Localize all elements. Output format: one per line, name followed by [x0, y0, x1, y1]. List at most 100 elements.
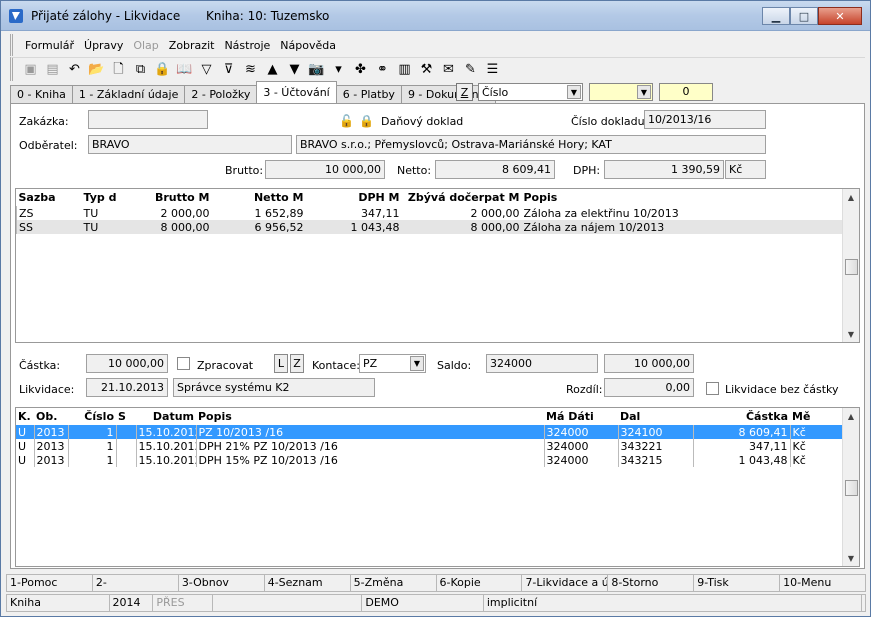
stack-icon[interactable]: ≋ [241, 61, 260, 79]
search-input[interactable]: ▼ [589, 83, 653, 101]
column-header[interactable]: Typ d [82, 189, 124, 206]
column-header[interactable]: Mě [790, 408, 842, 425]
table-row[interactable]: U 2013 1 15.10.2013 DPH 21% PZ 10/2013 /16 32… [16, 439, 842, 453]
function-key-button[interactable]: 2- [92, 574, 179, 592]
table-row[interactable]: U 2013 1 15.10.2013 DPH 15% PZ 10/2013 /16 32… [16, 453, 842, 467]
table-row[interactable]: SS TU 8 000,00 6 956,52 1 043,48 8 000,00 Zálo… [16, 220, 843, 234]
title-bar[interactable]: Přijaté zálohy - Likvidace Kniha: 10: Tu… [1, 1, 870, 31]
rozdil-field[interactable]: 0,00 [604, 378, 694, 397]
notes-icon[interactable]: ✎ [461, 61, 480, 79]
chevron-down-icon[interactable]: ▼ [567, 85, 581, 99]
column-header[interactable]: Má Dáti [544, 408, 618, 425]
tab-item[interactable]: 3 - Účtování [256, 81, 337, 103]
open-folder-icon[interactable]: 📂 [87, 61, 106, 79]
function-key-button[interactable]: 10-Menu [780, 574, 867, 592]
dph-field[interactable]: 1 390,59 [604, 160, 724, 179]
function-key-button[interactable]: 8-Storno [608, 574, 695, 592]
zpracovat-checkbox[interactable] [177, 357, 190, 370]
filter-icon[interactable]: ▽ [197, 61, 216, 79]
sort-field-select[interactable]: Číslo ▼ [478, 83, 583, 101]
saldo-account-field[interactable]: 324000 [486, 354, 598, 373]
tools-icon[interactable]: ⚒ [417, 61, 436, 79]
arrow-down-icon[interactable]: ▼ [285, 61, 304, 79]
lock-icon[interactable]: 🔒 [153, 61, 172, 79]
scroll-thumb[interactable] [845, 480, 858, 496]
minimize-button[interactable]: ▁ [762, 7, 790, 25]
column-header[interactable]: Datum [136, 408, 196, 425]
tab-item[interactable]: 0 - Kniha [10, 85, 73, 103]
function-key-button[interactable]: 4-Seznam [264, 574, 351, 592]
menu-item[interactable]: Nápověda [280, 39, 336, 52]
function-key-button[interactable]: 1-Pomoc [6, 574, 93, 592]
zakazka-field[interactable] [88, 110, 208, 129]
tree-icon[interactable]: ✤ [351, 61, 370, 79]
saldo-amount-field[interactable]: 10 000,00 [604, 354, 694, 373]
column-header[interactable]: Zbývá dočerpat M [402, 189, 522, 206]
chart-icon[interactable]: ▥ [395, 61, 414, 79]
column-header[interactable]: K. [16, 408, 34, 425]
likvidace-user-field[interactable]: Správce systému K2 [173, 378, 375, 397]
tab-item[interactable]: 1 - Základní údaje [71, 85, 186, 103]
binoculars-icon[interactable]: ⚭ [373, 61, 392, 79]
l-button[interactable]: L [274, 354, 288, 373]
copy-icon[interactable]: ⧉ [131, 61, 150, 79]
vat-grid-scrollbar[interactable]: ▲ ▼ [842, 189, 859, 342]
likvidace-date-field[interactable]: 21.10.2013 [86, 378, 168, 397]
netto-field[interactable]: 8 609,41 [435, 160, 555, 179]
castka-field[interactable]: 10 000,00 [86, 354, 168, 373]
scroll-up-icon[interactable]: ▲ [843, 408, 859, 424]
sort-z-button[interactable]: Z [456, 83, 473, 101]
undo-icon[interactable]: ↶ [65, 61, 84, 79]
chevron-down-icon[interactable]: ▼ [410, 356, 424, 371]
scroll-down-icon[interactable]: ▼ [843, 550, 859, 566]
journal-grid-scrollbar[interactable]: ▲ ▼ [842, 408, 859, 566]
z-button[interactable]: Z [290, 354, 304, 373]
scroll-down-icon[interactable]: ▼ [843, 326, 859, 342]
cislo-dokladu-field[interactable]: 10/2013/16 [644, 110, 766, 129]
save-icon[interactable]: ▣ [21, 61, 40, 79]
kontace-select[interactable]: PZ ▼ [359, 354, 426, 373]
tab-item[interactable]: 6 - Platby [335, 85, 402, 103]
maximize-button[interactable]: □ [790, 7, 818, 25]
scroll-up-icon[interactable]: ▲ [843, 189, 859, 205]
currency-field[interactable]: Kč [725, 160, 766, 179]
new-document-icon[interactable]: 🗋 [109, 61, 128, 79]
dropdown-arrow-icon[interactable]: ▾ [329, 61, 348, 79]
menu-item[interactable]: Formulář [25, 39, 74, 52]
table-row[interactable]: ZS TU 2 000,00 1 652,89 347,11 2 000,00 Záloha… [16, 206, 843, 220]
scroll-thumb[interactable] [845, 259, 858, 275]
function-key-button[interactable]: 6-Kopie [436, 574, 523, 592]
menu-lines-icon[interactable]: ☰ [483, 61, 502, 79]
function-key-button[interactable]: 3-Obnov [178, 574, 265, 592]
column-header[interactable]: Popis [522, 189, 843, 206]
column-header[interactable]: DPH M [306, 189, 402, 206]
chevron-down-icon[interactable]: ▼ [637, 85, 651, 99]
odberatel-name-field[interactable]: BRAVO s.r.o.; Přemyslovců; Ostrava-Mariá… [296, 135, 766, 154]
tab-item[interactable]: 2 - Položky [184, 85, 258, 103]
function-key-button[interactable]: 5-Změna [350, 574, 437, 592]
menu-item[interactable]: Nástroje [224, 39, 270, 52]
column-header[interactable]: Částka [693, 408, 790, 425]
function-key-button[interactable]: 7-Likvidace a účti [522, 574, 609, 592]
column-header[interactable]: Číslo [68, 408, 116, 425]
column-header[interactable]: Netto M [212, 189, 306, 206]
odberatel-code-field[interactable]: BRAVO [88, 135, 292, 154]
function-key-button[interactable]: 9-Tisk [694, 574, 781, 592]
column-header[interactable]: Sazba [17, 189, 82, 206]
close-button[interactable]: ✕ [818, 7, 862, 25]
save-as-icon[interactable]: ▤ [43, 61, 62, 79]
column-header[interactable]: Popis [196, 408, 544, 425]
filter-edit-icon[interactable]: ⊽ [219, 61, 238, 79]
brutto-field[interactable]: 10 000,00 [265, 160, 385, 179]
book-icon[interactable]: 📖 [175, 61, 194, 79]
bez-castky-checkbox[interactable] [706, 382, 719, 395]
column-header[interactable]: Brutto M [124, 189, 212, 206]
menu-item[interactable]: Olap [133, 39, 158, 52]
table-row[interactable]: U 2013 1 15.10.2013 PZ 10/2013 /16 324000 3241… [16, 425, 842, 439]
column-header[interactable]: S [116, 408, 136, 425]
menu-item[interactable]: Zobrazit [169, 39, 215, 52]
arrow-up-icon[interactable]: ▲ [263, 61, 282, 79]
menu-item[interactable]: Úpravy [84, 39, 123, 52]
mail-icon[interactable]: ✉ [439, 61, 458, 79]
camera-icon[interactable]: 📷 [307, 61, 326, 79]
